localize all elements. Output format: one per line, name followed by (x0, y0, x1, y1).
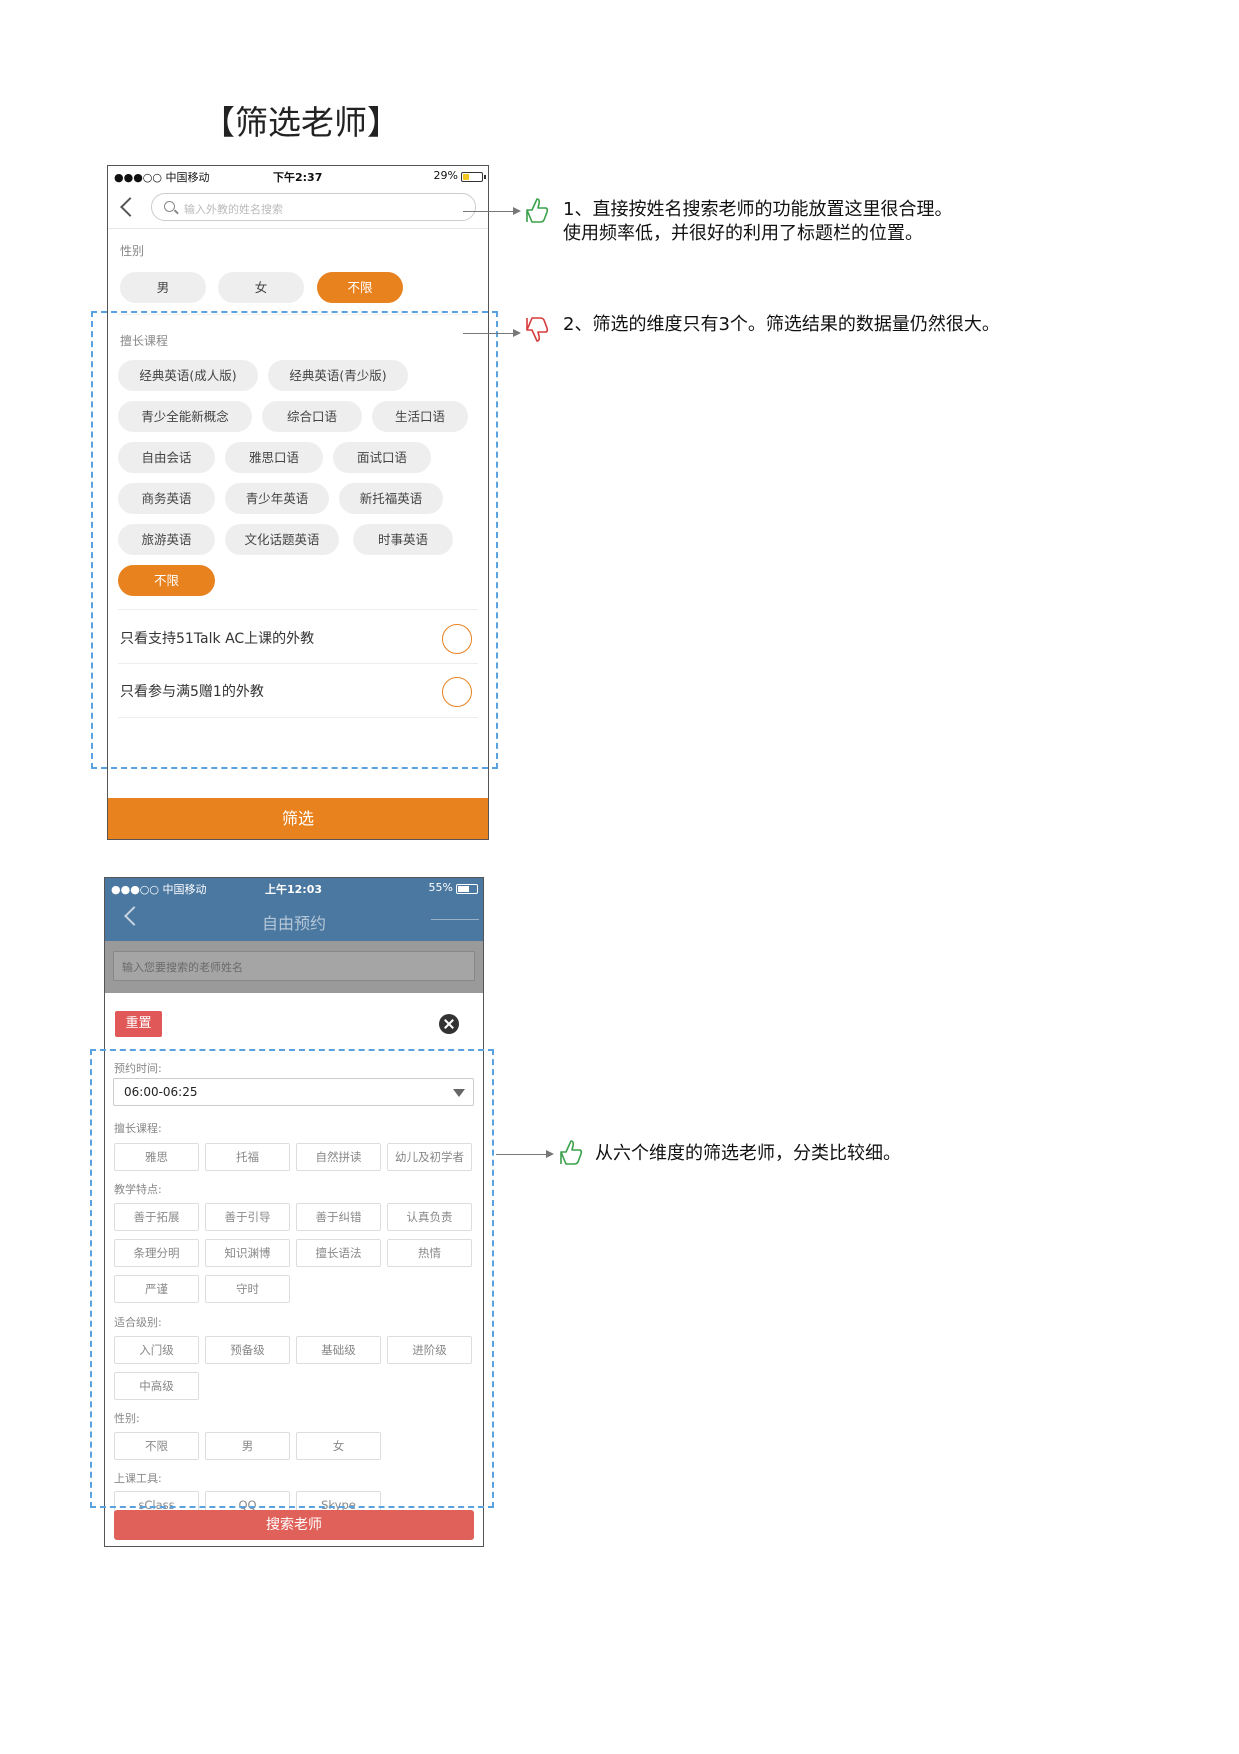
thumbs-up-icon (560, 1140, 583, 1165)
search-input[interactable]: 输入外教的姓名搜索 (151, 193, 476, 221)
carrier: ●●●○○ 中国移动 (114, 171, 210, 184)
battery-percent: 29% (433, 169, 458, 182)
arrow-icon (431, 919, 479, 920)
annotation-3: 从六个维度的筛选老师，分类比较细。 (595, 1143, 901, 1164)
clock: 下午2:37 (273, 171, 323, 184)
battery-icon (456, 884, 478, 894)
close-icon[interactable] (439, 1014, 459, 1034)
thumbs-up-icon (526, 198, 549, 223)
search-input[interactable]: 输入您要搜索的老师姓名 (113, 951, 475, 981)
arrow-icon (463, 329, 521, 337)
nav-title: 自由预约 (261, 914, 326, 933)
back-icon[interactable] (120, 197, 140, 217)
carrier: ●●●○○ 中国移动 (111, 883, 207, 896)
divider (108, 228, 488, 229)
battery-icon (461, 172, 486, 182)
highlight-box (90, 1049, 494, 1508)
battery-percent: 55% (428, 881, 453, 894)
annotation-2: 2、筛选的维度只有3个。筛选结果的数据量仍然很大。 (563, 314, 1000, 335)
annotation-1-line-2: 使用频率低，并很好的利用了标题栏的位置。 (563, 223, 923, 244)
search-icon (164, 201, 175, 212)
gender-option-any[interactable]: 不限 (317, 272, 403, 303)
gender-option-male[interactable]: 男 (120, 272, 206, 303)
filter-button[interactable]: 筛选 (108, 798, 488, 839)
arrow-icon (463, 207, 521, 215)
thumbs-down-icon (526, 317, 549, 342)
status-bar: ●●●○○ 中国移动 上午12:03 55% (105, 878, 483, 898)
search-bar: 输入您要搜索的老师姓名 (105, 941, 483, 993)
clock: 上午12:03 (265, 883, 323, 896)
gender-label: 性别 (120, 244, 145, 258)
status-bar: ●●●○○ 中国移动 下午2:37 29% (108, 166, 488, 186)
search-teacher-button[interactable]: 搜索老师 (114, 1510, 474, 1540)
nav-bar: ●●●○○ 中国移动 上午12:03 55% 自由预约 (105, 878, 483, 941)
arrow-icon (496, 1150, 554, 1158)
page-title: 【筛选老师】 (202, 103, 400, 142)
annotation-1-line-1: 1、直接按姓名搜索老师的功能放置这里很合理。 (563, 199, 953, 220)
reset-button[interactable]: 重置 (115, 1011, 162, 1037)
highlight-box (91, 311, 498, 769)
search-placeholder: 输入外教的姓名搜索 (184, 203, 283, 216)
gender-option-female[interactable]: 女 (218, 272, 304, 303)
